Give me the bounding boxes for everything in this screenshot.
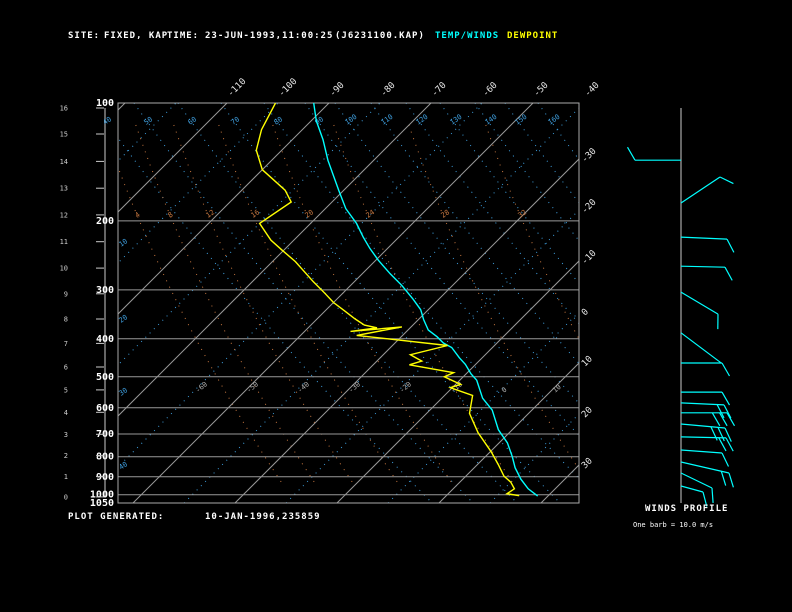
svg-text:100: 100 (96, 98, 114, 109)
plot-generated-label: PLOT GENERATED: (68, 512, 165, 522)
svg-text:1050: 1050 (90, 498, 114, 509)
svg-text:16: 16 (60, 105, 68, 113)
svg-text:3: 3 (64, 431, 68, 439)
site-label: SITE: (68, 31, 101, 41)
svg-text:11: 11 (60, 238, 68, 246)
legend-temp-winds: TEMP/WINDS (435, 31, 500, 41)
time-label: TIME: (167, 31, 200, 41)
svg-text:15: 15 (60, 131, 68, 139)
file-id: (J6231100.KAP) (335, 31, 425, 41)
time-value: 23-JUN-1993,11:00:25 (205, 31, 334, 41)
winds-scale-note: One barb = 10.0 m/s (633, 521, 714, 529)
svg-text:2: 2 (64, 452, 68, 460)
svg-text:1: 1 (64, 473, 68, 481)
svg-text:7: 7 (64, 340, 68, 348)
svg-text:12: 12 (60, 211, 68, 219)
svg-text:0: 0 (64, 493, 68, 501)
svg-text:8: 8 (64, 316, 68, 324)
svg-text:10: 10 (60, 265, 68, 273)
site-value: FIXED, KAP (104, 31, 169, 41)
svg-text:4: 4 (64, 409, 68, 417)
skewt-display: 100 200 300 400 500 600 700 800 900 1000 1050 0 1 2 3 4… (0, 0, 792, 612)
svg-text:14: 14 (60, 158, 68, 166)
legend-dewpoint: DEWPOINT (507, 31, 559, 41)
svg-text:9: 9 (64, 290, 68, 298)
svg-text:5: 5 (64, 386, 68, 394)
svg-text:6: 6 (64, 364, 68, 372)
plot-generated-value: 10-JAN-1996,235859 (205, 512, 321, 522)
winds-profile-title: WINDS PROFILE (645, 504, 729, 514)
svg-text:13: 13 (60, 185, 68, 193)
